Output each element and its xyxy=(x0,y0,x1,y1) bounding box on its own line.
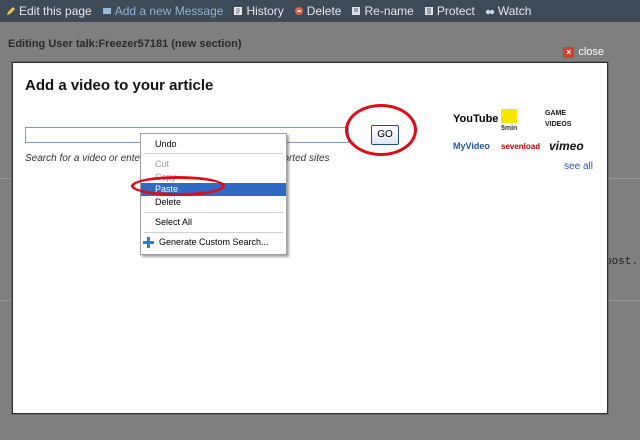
add-message-link[interactable]: Add a new Message xyxy=(102,4,224,18)
gamevideos-logo-text: GAME VIDEOS xyxy=(545,110,572,128)
binoculars-icon xyxy=(485,9,495,15)
menu-item-cut: Cut xyxy=(141,158,286,171)
youtube-logo-text: YouTube xyxy=(453,113,499,125)
undo-label: Undo xyxy=(155,139,177,149)
history-link[interactable]: History xyxy=(233,4,284,18)
protect-icon xyxy=(424,7,433,15)
gamevideos-logo[interactable]: GAME VIDEOS xyxy=(545,107,593,129)
rename-link[interactable]: Re-name xyxy=(351,4,414,18)
vimeo-logo-text: vimeo xyxy=(549,139,584,153)
generate-custom-search-label: Generate Custom Search... xyxy=(159,237,269,247)
close-label: close xyxy=(578,46,604,58)
history-icon xyxy=(234,7,243,15)
background-text: post. xyxy=(604,256,638,268)
add-video-dialog: Add a video to your article GO Search fo… xyxy=(12,62,608,414)
helper-text-right: orted sites xyxy=(283,153,330,164)
select-all-label: Select All xyxy=(155,217,193,227)
delete-link[interactable]: Delete xyxy=(294,4,342,18)
vimeo-logo[interactable]: vimeo xyxy=(549,139,584,153)
menu-separator xyxy=(144,212,283,213)
protect-label: Protect xyxy=(436,4,475,18)
rename-label: Re-name xyxy=(364,4,414,18)
cut-label: Cut xyxy=(155,159,170,169)
myvideo-logo[interactable]: MyVideo xyxy=(453,141,490,152)
message-icon xyxy=(102,8,111,14)
5min-logo-text: 5min xyxy=(501,125,518,132)
dialog-title: Add a video to your article xyxy=(25,77,214,94)
plus-icon xyxy=(143,237,154,248)
close-icon: × xyxy=(563,46,575,58)
myvideo-logo-text: MyVideo xyxy=(453,141,490,151)
helper-text-left: Search for a video or enter xyxy=(25,153,144,164)
menu-item-undo[interactable]: Undo xyxy=(141,138,286,151)
delete-menu-label: Delete xyxy=(155,197,182,207)
watch-link[interactable]: Watch xyxy=(485,4,532,18)
add-message-label: Add a new Message xyxy=(114,4,224,18)
page-toolbar: Edit this page Add a new Message History… xyxy=(0,0,640,22)
sevenload-logo[interactable]: sevenload xyxy=(501,141,540,152)
sevenload-logo-text: sevenload xyxy=(501,142,541,151)
menu-item-select-all[interactable]: Select All xyxy=(141,216,286,229)
menu-separator xyxy=(144,153,283,154)
editing-header: Editing User talk:Freezer57181 (new sect… xyxy=(8,38,242,50)
close-button[interactable]: × close xyxy=(563,46,604,58)
watch-label: Watch xyxy=(497,4,532,18)
protect-link[interactable]: Protect xyxy=(424,4,475,18)
pencil-icon xyxy=(7,7,15,15)
edit-page-label: Edit this page xyxy=(19,4,92,18)
menu-item-generate-custom-search[interactable]: Generate Custom Search... xyxy=(141,236,286,249)
delete-icon xyxy=(294,7,303,15)
delete-label: Delete xyxy=(306,4,342,18)
see-all-link[interactable]: see all xyxy=(564,161,593,172)
annotation-circle-go xyxy=(345,104,417,156)
annotation-circle-paste xyxy=(131,176,225,196)
youtube-logo[interactable]: YouTube xyxy=(453,113,498,125)
rename-icon xyxy=(352,7,361,15)
edit-page-link[interactable]: Edit this page xyxy=(6,4,92,18)
5min-logo[interactable]: 5min xyxy=(501,109,517,132)
menu-separator xyxy=(144,232,283,233)
menu-item-delete[interactable]: Delete xyxy=(141,196,286,209)
history-label: History xyxy=(246,4,284,18)
